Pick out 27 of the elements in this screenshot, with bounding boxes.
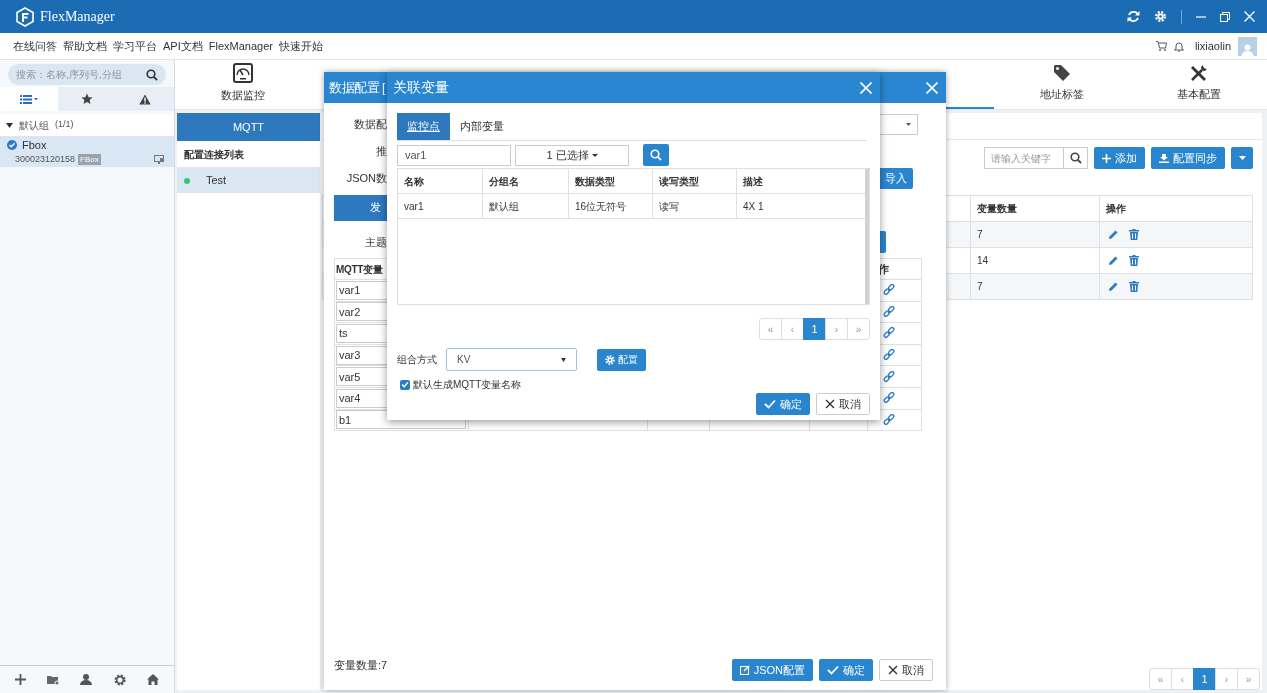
table-cell-text: var1 xyxy=(403,199,425,214)
table-cell: 默认组 xyxy=(482,194,568,218)
field-label: 组合方式 xyxy=(397,353,438,367)
field-label: 推 xyxy=(375,144,387,160)
column-header: MQTT变量 xyxy=(335,262,384,277)
connection-name: Test xyxy=(206,173,227,189)
table-cell: 7 xyxy=(970,274,1099,299)
column-header: 分组名 xyxy=(482,169,568,193)
app-title: FlexManager xyxy=(40,8,115,26)
field-label: 数据配 xyxy=(353,117,387,133)
column-header: 读写类型 xyxy=(652,169,736,193)
column-header: 数据类型 xyxy=(568,169,652,193)
device-name: Fbox xyxy=(22,137,47,153)
panel-header: MQTT xyxy=(177,113,320,141)
device-serial: 300023120158 xyxy=(15,153,76,166)
group-count: (1/1) xyxy=(55,118,74,132)
table-cell: 16位无符号 xyxy=(568,194,652,218)
table-cell: 读写 xyxy=(652,194,736,218)
field-label: 主题 xyxy=(364,234,387,250)
dialog-title: 关联变量 xyxy=(393,78,449,97)
checkbox-label: 默认生成MQTT变量名称 xyxy=(413,378,522,392)
column-header: 名称 xyxy=(403,174,425,189)
field-label: JSON数 xyxy=(345,171,387,187)
device-tag: FBox xyxy=(78,154,101,166)
dialog-title: 数据配置 [ xyxy=(329,78,386,97)
variable-count: 变量数量:7 xyxy=(334,658,388,673)
group-name: 默认组 xyxy=(19,118,49,133)
